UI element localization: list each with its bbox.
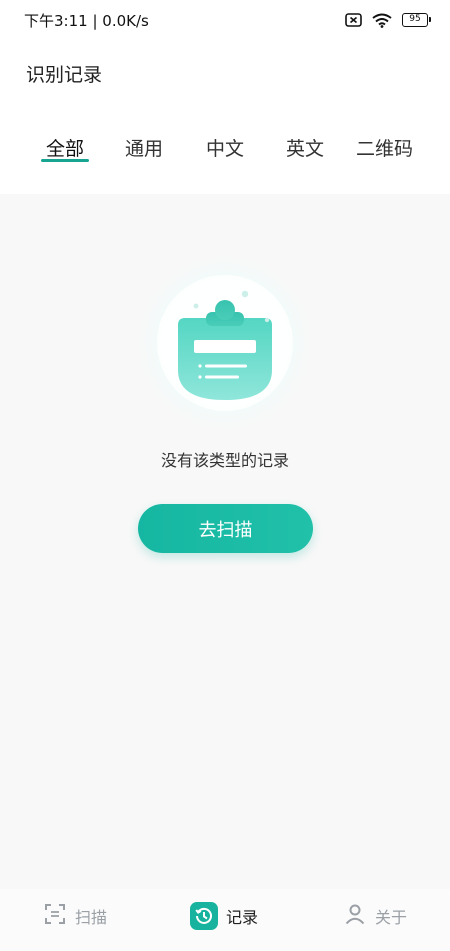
history-icon — [190, 902, 218, 930]
nav-label-history: 记录 — [226, 908, 259, 927]
person-icon — [343, 902, 367, 930]
screen: 下午3:11 | 0.0K/s 95 识别记录 全部 通用 中文 英文 二维码 … — [0, 0, 450, 951]
nav-label-scan: 扫描 — [75, 908, 108, 927]
tab-general[interactable]: 通用 — [125, 134, 163, 161]
header: 识别记录 — [0, 40, 450, 104]
page-title: 识别记录 — [26, 64, 103, 86]
nav-item-scan[interactable]: 扫描 — [43, 901, 107, 931]
nav-item-history[interactable]: 记录 — [190, 901, 258, 931]
bottom-nav: 扫描 记录 关于 — [0, 889, 450, 951]
wifi-icon — [372, 13, 392, 28]
tab-chinese[interactable]: 中文 — [206, 134, 244, 161]
empty-state-message: 没有该类型的记录 — [160, 451, 289, 470]
scan-icon — [43, 902, 67, 930]
tab-qrcode[interactable]: 二维码 — [356, 134, 413, 161]
go-scan-button[interactable]: 去扫描 — [138, 504, 313, 553]
tab-english[interactable]: 英文 — [286, 134, 324, 161]
tab-active-indicator — [41, 159, 89, 162]
status-time-speed: 下午3:11 | 0.0K/s — [24, 11, 149, 30]
battery-icon: 95 — [402, 13, 431, 27]
sim-missing-icon — [345, 13, 362, 27]
nav-label-about: 关于 — [375, 908, 408, 927]
tab-all[interactable]: 全部 — [46, 134, 84, 161]
empty-clipboard-icon — [115, 248, 335, 448]
status-icons: 95 — [345, 13, 431, 28]
status-bar: 下午3:11 | 0.0K/s 95 — [0, 0, 450, 40]
nav-item-about[interactable]: 关于 — [343, 901, 407, 931]
tab-bar: 全部 通用 中文 英文 二维码 — [0, 104, 450, 194]
